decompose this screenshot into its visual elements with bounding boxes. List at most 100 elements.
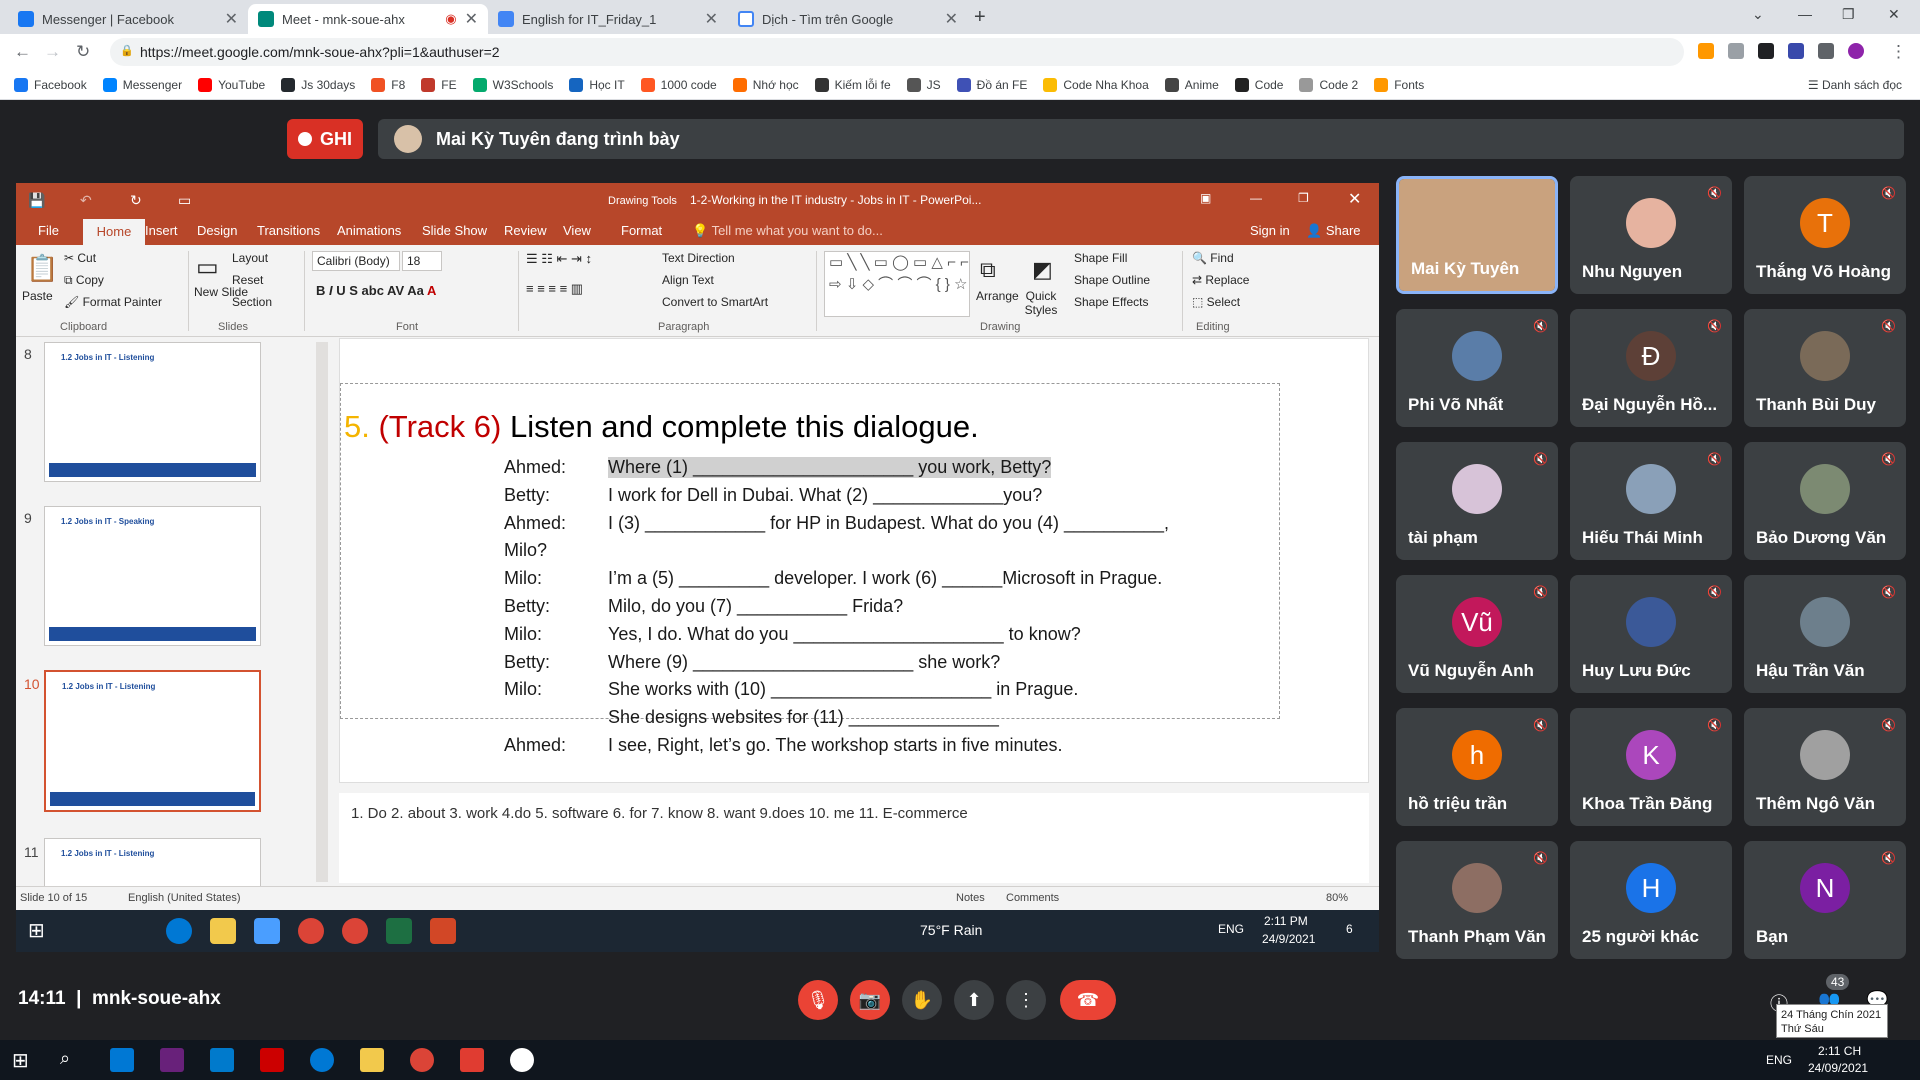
tab-slide-show[interactable]: Slide Show	[422, 223, 487, 238]
copy-button[interactable]: ⧉ Copy	[64, 273, 104, 288]
paste-button[interactable]: Paste	[22, 289, 53, 303]
close-icon[interactable]: ✕	[465, 9, 478, 29]
close-icon[interactable]: ✕	[945, 9, 958, 29]
reading-list-button[interactable]: ☰ Danh sách đọc	[1808, 78, 1902, 92]
participant-tile[interactable]: Nhu Nguyen 🔇	[1570, 176, 1732, 294]
tab-search-icon[interactable]: ⌄	[1752, 6, 1764, 23]
arrange-button[interactable]: Arrange	[976, 289, 1019, 303]
extension-icon[interactable]	[1698, 43, 1714, 59]
tab-format[interactable]: Format	[621, 223, 662, 238]
extension-icon[interactable]	[1758, 43, 1774, 59]
puzzle-icon[interactable]	[1818, 43, 1834, 59]
new-slide-icon[interactable]: ▭	[196, 253, 219, 282]
convert-smartart-button[interactable]: Convert to SmartArt	[662, 295, 768, 309]
participant-tile[interactable]: Huy Lưu Đức 🔇	[1570, 575, 1732, 693]
sign-in-link[interactable]: Sign in	[1250, 223, 1290, 238]
notes-button[interactable]: Notes	[956, 892, 985, 904]
format-painter-button[interactable]: 🖌 Format Painter	[64, 295, 162, 309]
bookmark-item[interactable]: FE	[421, 77, 457, 92]
layout-button[interactable]: Layout	[232, 251, 268, 265]
bookmark-item[interactable]: JS	[906, 77, 941, 92]
tab-insert[interactable]: Insert	[145, 223, 178, 238]
list-buttons[interactable]: ☰ ☷ ⇤ ⇥ ↕	[526, 251, 592, 267]
undo-icon[interactable]: ↶	[80, 192, 92, 209]
quick-styles-icon[interactable]: ◩	[1032, 257, 1053, 283]
tab-review[interactable]: Review	[504, 223, 547, 238]
bookmark-item[interactable]: Code 2	[1299, 77, 1358, 92]
zoom-level[interactable]: 80%	[1326, 892, 1348, 904]
tab-home[interactable]: Home	[83, 219, 145, 245]
app-icon[interactable]	[260, 1048, 284, 1072]
close-icon[interactable]: ✕	[705, 9, 718, 29]
slide-thumbnail[interactable]: 1.2 Jobs in IT - Listening	[44, 342, 261, 482]
thumbs-scrollbar[interactable]	[316, 342, 328, 882]
bookmark-item[interactable]: Code Nha Khoa	[1043, 77, 1149, 92]
shape-fill-button[interactable]: Shape Fill	[1074, 251, 1127, 265]
section-button[interactable]: Section	[232, 295, 272, 309]
back-icon[interactable]: ←	[14, 42, 31, 62]
select-button[interactable]: ⬚ Select	[1192, 295, 1240, 309]
paste-icon[interactable]: 📋	[26, 253, 58, 284]
mic-off-button[interactable]: 🎙	[798, 980, 838, 1020]
ribbon-display-icon[interactable]: ▣	[1200, 191, 1211, 205]
slide-thumbnail[interactable]: 1.2 Jobs in IT - Speaking	[44, 506, 261, 646]
chrome-icon[interactable]	[410, 1048, 434, 1072]
participant-tile[interactable]: tài phạm 🔇	[1396, 442, 1558, 560]
tell-me-input[interactable]: 💡 Tell me what you want to do...	[692, 223, 883, 239]
shapes-gallery[interactable]: ▭ ╲ ╲ ▭ ◯ ▭ △ ⌐ ⌐ ⇨ ⇩ ◇ ⌒ ⌒ ⌒ { } ☆	[824, 251, 970, 317]
speaker-notes[interactable]: 1. Do 2. about 3. work 4.do 5. software …	[339, 793, 1369, 883]
app-icon[interactable]	[510, 1048, 534, 1072]
leave-call-button[interactable]: ☎	[1060, 980, 1116, 1020]
minimize-button[interactable]: —	[1798, 6, 1812, 22]
forward-icon[interactable]: →	[44, 42, 61, 62]
font-format-buttons[interactable]: B I U S abc AV Aa A	[316, 283, 436, 298]
participant-tile[interactable]: Thanh Bùi Duy 🔇	[1744, 309, 1906, 427]
maximize-button[interactable]: ❐	[1842, 6, 1855, 23]
tab-google-translate[interactable]: Dịch - Tìm trên Google ✕	[728, 4, 968, 34]
tab-english-doc[interactable]: English for IT_Friday_1 ✕	[488, 4, 728, 34]
bookmark-item[interactable]: Nhớ học	[732, 77, 799, 92]
participant-tile[interactable]: Hậu Trần Văn 🔇	[1744, 575, 1906, 693]
share-button[interactable]: 👤 Share	[1306, 223, 1361, 239]
more-options-button[interactable]: ⋮	[1006, 980, 1046, 1020]
bookmark-item[interactable]: Code	[1234, 77, 1283, 92]
bookmark-item[interactable]: YouTube	[198, 77, 265, 92]
visual-studio-icon[interactable]	[160, 1048, 184, 1072]
menu-icon[interactable]: ⋮	[1890, 42, 1907, 62]
bookmark-item[interactable]: Fonts	[1374, 77, 1424, 92]
participant-tile[interactable]: T Thắng Võ Hoàng 🔇	[1744, 176, 1906, 294]
font-size-select[interactable]: 18	[402, 251, 442, 271]
minimize-button[interactable]: —	[1250, 191, 1262, 205]
participant-tile[interactable]: h hồ triệu trần 🔇	[1396, 708, 1558, 826]
participant-tile[interactable]: Phi Võ Nhất 🔇	[1396, 309, 1558, 427]
present-button[interactable]: ⬆	[954, 980, 994, 1020]
profile-avatar[interactable]	[1848, 43, 1864, 59]
redo-icon[interactable]: ↻	[130, 192, 142, 209]
slide-canvas[interactable]: 5. (Track 6) Listen and complete this di…	[339, 338, 1369, 783]
vscode-icon[interactable]	[210, 1048, 234, 1072]
bookmark-item[interactable]: Facebook	[14, 77, 87, 92]
participant-tile[interactable]: K Khoa Trần Đăng 🔇	[1570, 708, 1732, 826]
close-button[interactable]: ✕	[1348, 189, 1361, 209]
participant-tile[interactable]: H 25 người khác	[1570, 841, 1732, 959]
arrange-icon[interactable]: ⧉	[980, 257, 996, 283]
tab-design[interactable]: Design	[197, 223, 237, 238]
bookmark-item[interactable]: Js 30days	[281, 77, 355, 92]
camera-off-button[interactable]: 📷	[850, 980, 890, 1020]
quick-styles-button[interactable]: Quick Styles	[1018, 289, 1064, 317]
slide-thumbnail-selected[interactable]: 1.2 Jobs in IT - Listening	[44, 670, 261, 812]
tab-meet[interactable]: Meet - mnk-soue-ahx ◉ ✕	[248, 4, 488, 34]
cut-button[interactable]: ✂ Cut	[64, 251, 96, 265]
bookmark-item[interactable]: W3Schools	[472, 77, 553, 92]
tab-transitions[interactable]: Transitions	[257, 223, 320, 238]
participant-tile[interactable]: N Bạn 🔇	[1744, 841, 1906, 959]
comments-button[interactable]: Comments	[1006, 892, 1059, 904]
url-input[interactable]: 🔒 https://meet.google.com/mnk-soue-ahx?pl…	[110, 38, 1684, 66]
edge-icon[interactable]	[310, 1048, 334, 1072]
bookmark-item[interactable]: Học IT	[569, 77, 625, 92]
reload-icon[interactable]: ↻	[76, 42, 90, 62]
bookmark-item[interactable]: F8	[371, 77, 405, 92]
font-name-select[interactable]: Calibri (Body)	[312, 251, 400, 271]
participant-tile[interactable]: Vũ Vũ Nguyễn Anh 🔇	[1396, 575, 1558, 693]
text-direction-button[interactable]: Text Direction	[662, 251, 735, 265]
